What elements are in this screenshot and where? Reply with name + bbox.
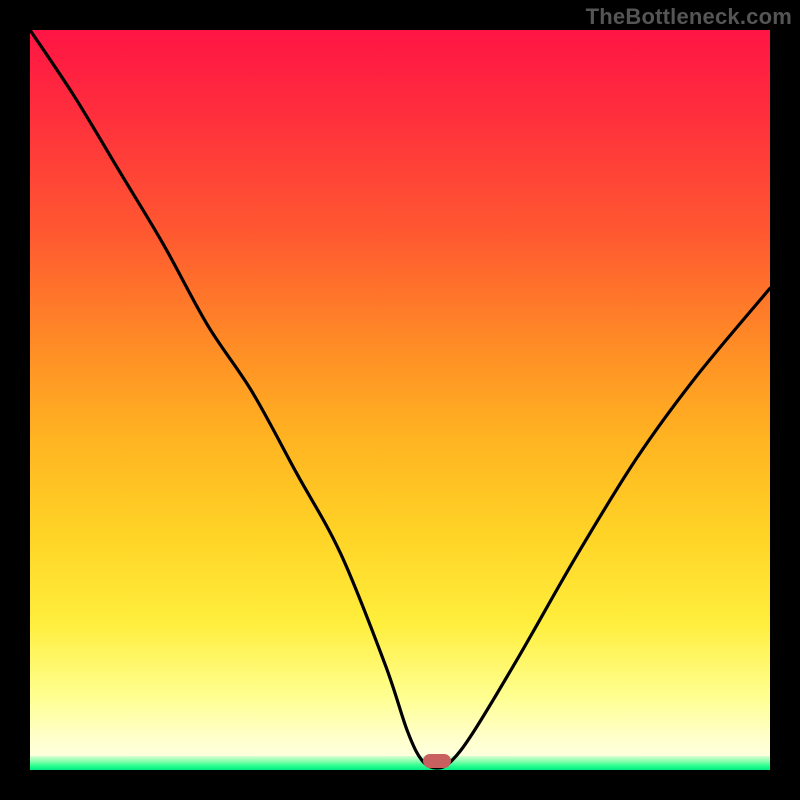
watermark-text: TheBottleneck.com	[586, 4, 792, 30]
bottleneck-curve	[30, 30, 770, 770]
plot-area	[30, 30, 770, 770]
minimum-marker	[423, 754, 451, 768]
chart-frame: TheBottleneck.com	[0, 0, 800, 800]
